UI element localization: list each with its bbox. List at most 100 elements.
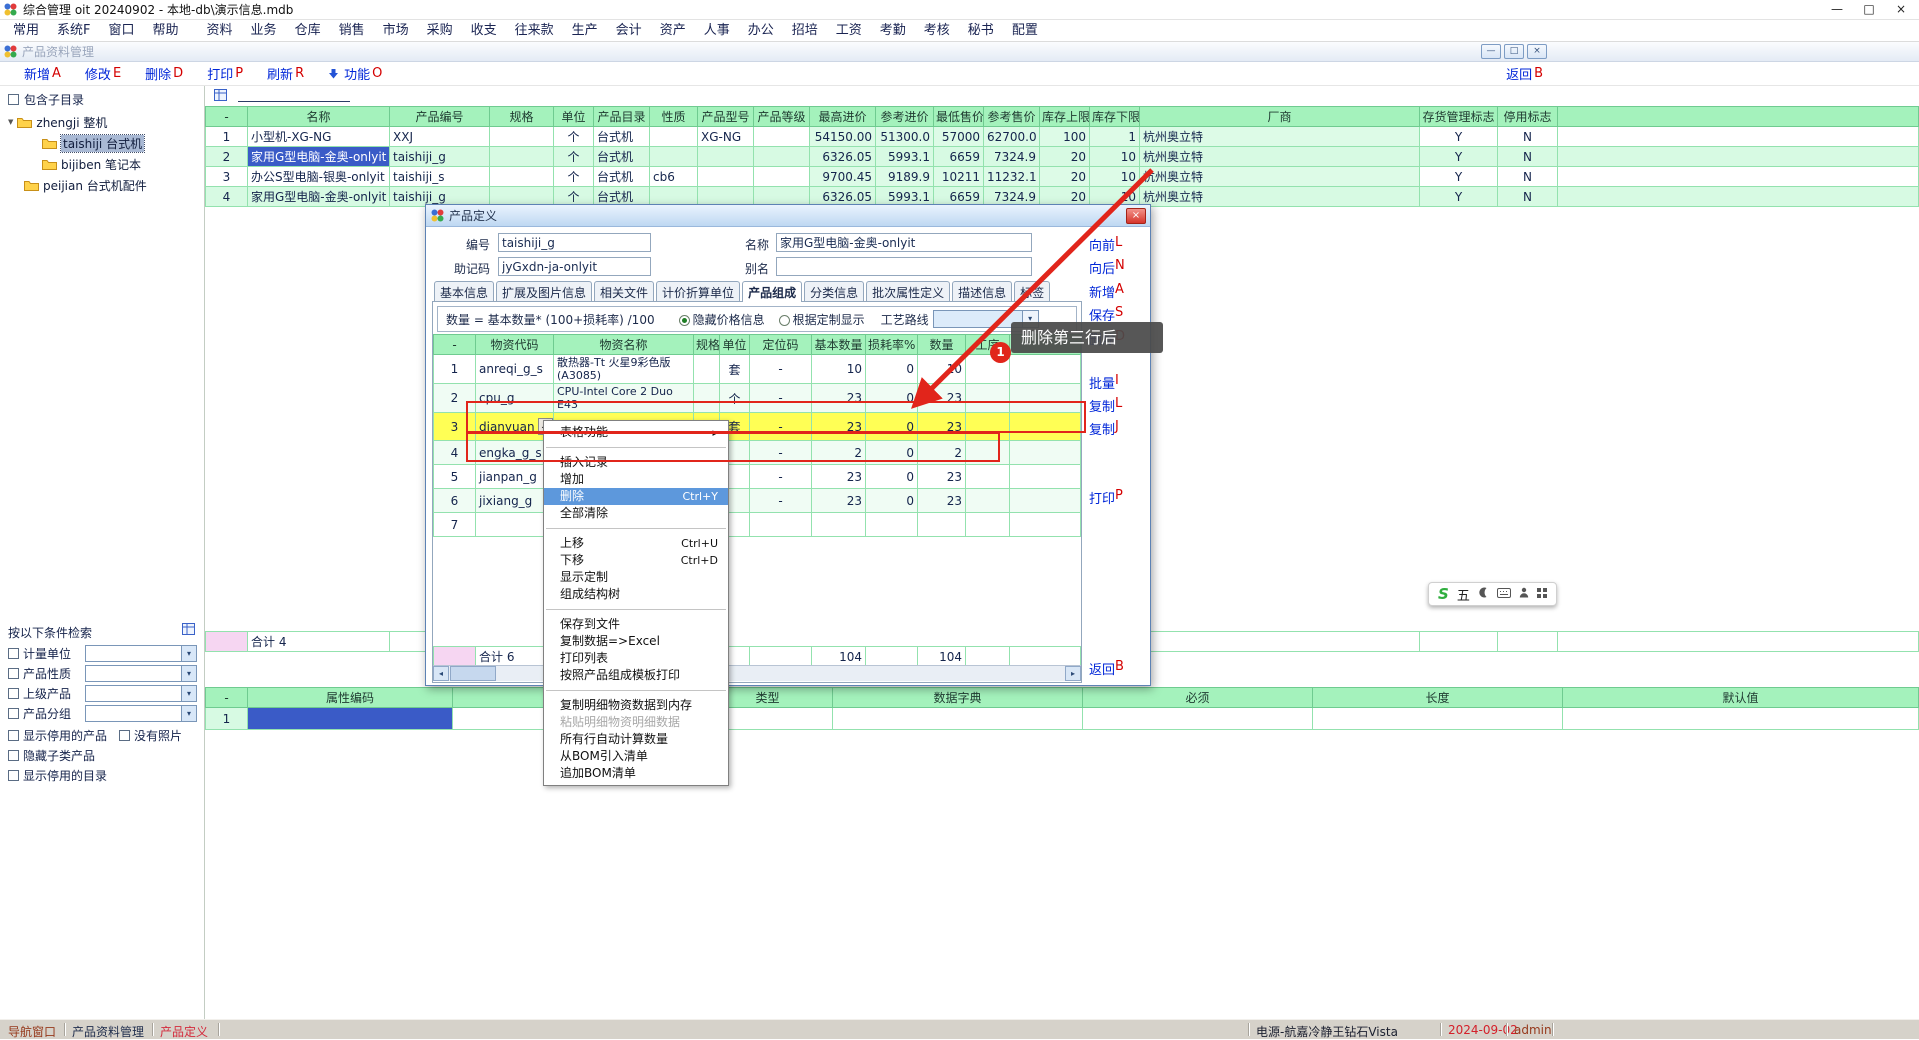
tree-item-bijiben[interactable]: bijiben 笔记本 bbox=[42, 154, 141, 174]
table-cell[interactable] bbox=[866, 513, 918, 537]
filter-checkbox[interactable] bbox=[8, 770, 19, 781]
context-menu-item[interactable]: 按照产品组成模板打印 bbox=[544, 667, 728, 684]
radio-custom-display[interactable] bbox=[779, 315, 790, 326]
table-cell[interactable] bbox=[1563, 708, 1919, 730]
dialog-copy2-button[interactable]: 复制J bbox=[1089, 419, 1119, 438]
table-cell[interactable]: anreqi_g_s bbox=[476, 355, 554, 384]
menu-item[interactable]: 考核 bbox=[915, 20, 959, 42]
table-cell[interactable]: 23 bbox=[812, 489, 866, 513]
table-cell[interactable] bbox=[966, 465, 1010, 489]
table-cell[interactable]: 办公S型电脑-银奥-onlyit bbox=[248, 167, 390, 187]
table-row[interactable]: 6jixiang_g-23023 bbox=[434, 489, 1081, 513]
maximize-button[interactable]: □ bbox=[1853, 0, 1885, 20]
table-cell[interactable] bbox=[1010, 441, 1081, 465]
table-cell[interactable]: 家用G型电脑-金奥-onlyit bbox=[248, 147, 390, 167]
table-cell[interactable]: XXJ bbox=[390, 127, 490, 147]
minimize-button[interactable]: — bbox=[1821, 0, 1853, 20]
context-menu-item[interactable]: 下移Ctrl+D bbox=[544, 552, 728, 569]
table-cell[interactable]: 9700.45 bbox=[810, 167, 876, 187]
table-cell[interactable]: N bbox=[1498, 127, 1558, 147]
filter-checkbox[interactable] bbox=[8, 750, 19, 761]
column-header[interactable]: 数量 bbox=[918, 335, 966, 355]
table-cell[interactable]: 104 bbox=[812, 647, 866, 667]
table-cell[interactable]: 0 bbox=[866, 489, 918, 513]
table-cell[interactable]: Y bbox=[1420, 167, 1498, 187]
menu-item[interactable]: 考勤 bbox=[871, 20, 915, 42]
table-cell[interactable]: 10 bbox=[1090, 147, 1140, 167]
column-header[interactable]: - bbox=[206, 107, 248, 127]
dropdown-arrow-icon[interactable]: ▾ bbox=[181, 646, 196, 661]
context-menu-item[interactable]: 复制明细物资数据到内存 bbox=[544, 697, 728, 714]
dialog-copy-button[interactable]: 复制L bbox=[1089, 396, 1122, 415]
table-cell[interactable]: 1 bbox=[434, 355, 476, 384]
table-cell[interactable] bbox=[750, 647, 812, 667]
scroll-left-button[interactable]: ◂ bbox=[433, 666, 449, 681]
grid-icon[interactable] bbox=[182, 623, 195, 638]
table-cell[interactable]: 家用G型电脑-金奥-onlyit bbox=[248, 187, 390, 207]
table-cell[interactable]: 5 bbox=[434, 465, 476, 489]
context-menu-item[interactable]: 保存到文件 bbox=[544, 616, 728, 633]
table-cell[interactable]: 3 bbox=[206, 167, 248, 187]
tab-extended-info[interactable]: 扩展及图片信息 bbox=[496, 281, 592, 302]
table-cell[interactable] bbox=[1010, 647, 1081, 667]
table-cell[interactable] bbox=[650, 147, 698, 167]
column-header[interactable]: - bbox=[434, 335, 476, 355]
dialog-close-button[interactable]: × bbox=[1126, 208, 1146, 224]
column-header[interactable]: 参考售价 bbox=[984, 107, 1040, 127]
context-menu-item[interactable]: 追加BOM清单 bbox=[544, 765, 728, 782]
column-header[interactable]: 默认值 bbox=[1563, 688, 1919, 708]
table-cell[interactable]: 10211 bbox=[934, 167, 984, 187]
table-cell[interactable]: 杭州奥立特 bbox=[1140, 147, 1420, 167]
menu-item[interactable]: 配置 bbox=[1003, 20, 1047, 42]
table-cell[interactable]: jianpan_g bbox=[476, 465, 554, 489]
toolbar-edit-button[interactable]: 修改E bbox=[85, 64, 121, 83]
table-cell[interactable]: 台式机 bbox=[594, 127, 650, 147]
menu-item[interactable]: 工资 bbox=[827, 20, 871, 42]
dropdown-arrow-icon[interactable]: ▾ bbox=[181, 706, 196, 721]
mnemonic-field[interactable] bbox=[498, 257, 651, 276]
menu-item[interactable]: 资产 bbox=[651, 20, 695, 42]
column-header[interactable]: 损耗率% bbox=[866, 335, 918, 355]
column-header[interactable]: 最低售价 bbox=[934, 107, 984, 127]
column-header[interactable]: 定位码 bbox=[750, 335, 812, 355]
filter-checkbox[interactable] bbox=[8, 648, 19, 659]
table-cell[interactable] bbox=[698, 167, 754, 187]
table-cell[interactable]: 20 bbox=[1040, 147, 1090, 167]
scrollbar-thumb[interactable] bbox=[450, 666, 496, 681]
column-header[interactable]: 最高进价 bbox=[810, 107, 876, 127]
table-cell[interactable]: 1 bbox=[206, 708, 248, 730]
table-cell[interactable] bbox=[694, 355, 720, 384]
table-cell[interactable]: taishiji_s bbox=[390, 167, 490, 187]
table-cell[interactable]: 0 bbox=[866, 465, 918, 489]
table-cell[interactable]: 51300.0 bbox=[876, 127, 934, 147]
table-cell[interactable]: 散热器-Tt 火星9彩色版(A3085) bbox=[554, 355, 694, 384]
tree-item-zhengji[interactable]: ▼ zhengji 整机 bbox=[8, 112, 107, 132]
locator-input[interactable] bbox=[238, 86, 350, 102]
column-header[interactable]: 产品型号 bbox=[698, 107, 754, 127]
tab-related-files[interactable]: 相关文件 bbox=[594, 281, 654, 302]
table-cell[interactable]: cb6 bbox=[650, 167, 698, 187]
table-cell[interactable]: 7324.9 bbox=[984, 147, 1040, 167]
table-cell[interactable]: 10 bbox=[812, 355, 866, 384]
table-cell[interactable] bbox=[1010, 513, 1081, 537]
menu-item[interactable]: 会计 bbox=[607, 20, 651, 42]
table-cell[interactable]: 杭州奥立特 bbox=[1140, 187, 1420, 207]
filter-checkbox[interactable] bbox=[8, 668, 19, 679]
table-row[interactable]: 7 bbox=[434, 513, 1081, 537]
menu-grid-icon[interactable] bbox=[1537, 587, 1547, 601]
table-cell[interactable] bbox=[966, 489, 1010, 513]
keyboard-icon[interactable] bbox=[1497, 587, 1511, 601]
menu-item[interactable]: 生产 bbox=[563, 20, 607, 42]
dialog-next-button[interactable]: 向后N bbox=[1089, 258, 1125, 277]
menu-item[interactable]: 常用 bbox=[4, 20, 48, 42]
table-cell[interactable]: Y bbox=[1420, 127, 1498, 147]
status-tab-product-management[interactable]: 产品资料管理 bbox=[72, 1023, 144, 1040]
column-header[interactable]: 停用标志 bbox=[1498, 107, 1558, 127]
table-cell[interactable]: 0 bbox=[866, 355, 918, 384]
dropdown-arrow-icon[interactable]: ▾ bbox=[181, 666, 196, 681]
menu-item[interactable]: 人事 bbox=[695, 20, 739, 42]
table-cell[interactable] bbox=[754, 147, 810, 167]
column-header[interactable]: 规格 bbox=[490, 107, 554, 127]
column-header[interactable]: 库存上限 bbox=[1040, 107, 1090, 127]
toolbar-back-button[interactable]: 返回B bbox=[1506, 64, 1543, 83]
